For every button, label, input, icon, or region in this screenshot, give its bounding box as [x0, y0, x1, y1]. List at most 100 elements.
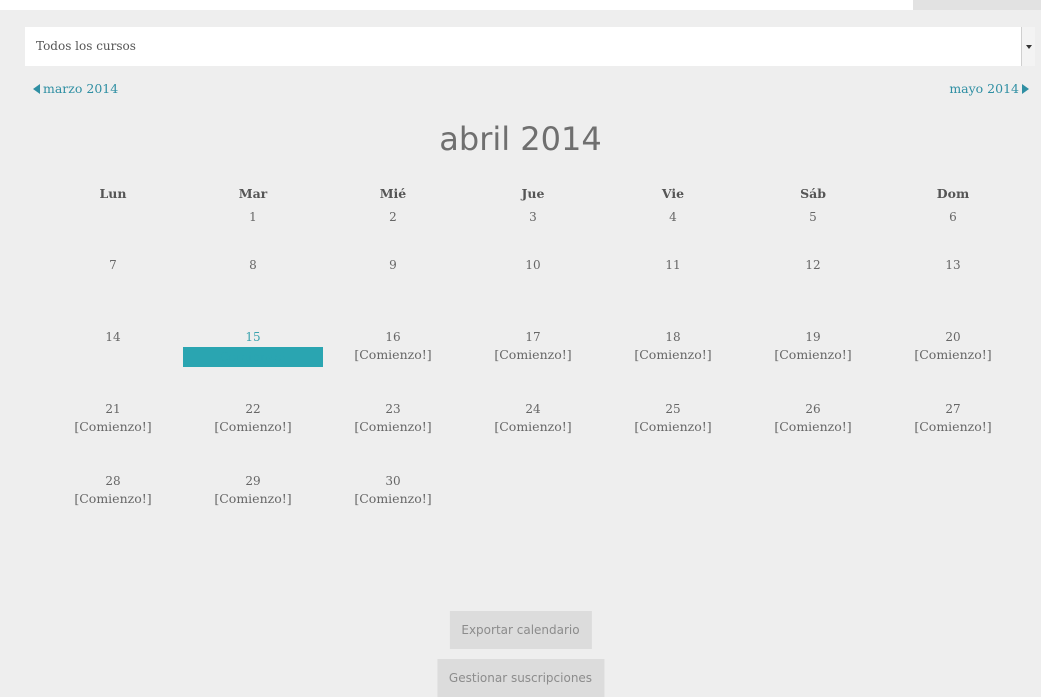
top-right-block: [913, 0, 1041, 10]
day-cell[interactable]: 12: [743, 256, 883, 328]
event-link[interactable]: [Comienzo!]: [743, 347, 883, 362]
day-cell[interactable]: 16 [Comienzo!]: [323, 328, 463, 400]
weekday-header: Mié: [379, 186, 407, 201]
day-cell[interactable]: 29 [Comienzo!]: [183, 472, 323, 544]
day-cell[interactable]: 1: [183, 208, 323, 256]
day-number[interactable]: 1: [183, 208, 323, 224]
next-month-label: mayo 2014: [949, 81, 1019, 96]
event-link[interactable]: [Comienzo!]: [183, 419, 323, 434]
top-strip: [0, 0, 1041, 10]
day-cell[interactable]: 14: [43, 328, 183, 400]
day-cell[interactable]: 7: [43, 256, 183, 328]
day-cell[interactable]: 3: [463, 208, 603, 256]
weekday-header: Jue: [521, 186, 545, 201]
day-number[interactable]: 11: [603, 256, 743, 272]
day-cell[interactable]: 23 [Comienzo!]: [323, 400, 463, 472]
day-number[interactable]: 9: [323, 256, 463, 272]
day-number[interactable]: 4: [603, 208, 743, 224]
event-link[interactable]: [Comienzo!]: [323, 491, 463, 506]
day-number[interactable]: 2: [323, 208, 463, 224]
day-number[interactable]: 5: [743, 208, 883, 224]
day-number[interactable]: 27: [883, 400, 1023, 416]
event-link[interactable]: [Comienzo!]: [43, 419, 183, 434]
day-cell[interactable]: 10: [463, 256, 603, 328]
day-cell[interactable]: 28 [Comienzo!]: [43, 472, 183, 544]
day-number[interactable]: 10: [463, 256, 603, 272]
event-link[interactable]: [Comienzo!]: [603, 347, 743, 362]
event-link[interactable]: [Comienzo!]: [323, 347, 463, 362]
day-cell[interactable]: 27 [Comienzo!]: [883, 400, 1023, 472]
day-number[interactable]: 24: [463, 400, 603, 416]
day-cell[interactable]: 6: [883, 208, 1023, 256]
event-link[interactable]: [Comienzo!]: [323, 419, 463, 434]
chevron-down-icon: [1026, 45, 1032, 49]
today-day-number[interactable]: 15: [183, 328, 323, 344]
day-number[interactable]: 23: [323, 400, 463, 416]
event-link[interactable]: [Comienzo!]: [183, 491, 323, 506]
dropdown-arrow[interactable]: [1021, 27, 1035, 66]
day-cell[interactable]: 9: [323, 256, 463, 328]
day-cell[interactable]: 15 [Comienzo!]: [183, 328, 323, 400]
day-cell[interactable]: 13: [883, 256, 1023, 328]
event-link[interactable]: [Comienzo!]: [883, 419, 1023, 434]
day-number[interactable]: 19: [743, 328, 883, 344]
day-cell[interactable]: 2: [323, 208, 463, 256]
day-number[interactable]: 16: [323, 328, 463, 344]
weekday-header: Vie: [661, 186, 685, 201]
day-number[interactable]: 13: [883, 256, 1023, 272]
weekday-header: Sáb: [800, 186, 826, 201]
day-cell[interactable]: 25 [Comienzo!]: [603, 400, 743, 472]
event-link[interactable]: [Comienzo!]: [463, 419, 603, 434]
course-filter-select[interactable]: Todos los cursos: [25, 27, 1035, 66]
day-cell: [463, 472, 603, 544]
event-link[interactable]: [Comienzo!]: [603, 419, 743, 434]
day-cell[interactable]: 18 [Comienzo!]: [603, 328, 743, 400]
day-cell[interactable]: 19 [Comienzo!]: [743, 328, 883, 400]
day-number[interactable]: 3: [463, 208, 603, 224]
day-cell[interactable]: 26 [Comienzo!]: [743, 400, 883, 472]
weekday-header: Dom: [936, 186, 970, 201]
day-cell[interactable]: 8: [183, 256, 323, 328]
day-number[interactable]: 30: [323, 472, 463, 488]
day-cell[interactable]: 4: [603, 208, 743, 256]
event-link[interactable]: [Comienzo!]: [883, 347, 1023, 362]
day-number[interactable]: 20: [883, 328, 1023, 344]
day-cell[interactable]: 21 [Comienzo!]: [43, 400, 183, 472]
weekday-header: Mar: [238, 186, 268, 201]
day-number[interactable]: 22: [183, 400, 323, 416]
day-cell[interactable]: 5: [743, 208, 883, 256]
event-link[interactable]: [Comienzo!]: [183, 347, 323, 367]
day-cell[interactable]: 20 [Comienzo!]: [883, 328, 1023, 400]
day-number[interactable]: 29: [183, 472, 323, 488]
day-number[interactable]: 17: [463, 328, 603, 344]
calendar-grid: Lun Mar Mié Jue Vie Sáb Dom 1 2 3 4 5 6 7 8 9 10 11 12 13 14…: [43, 186, 1023, 544]
day-number[interactable]: 6: [883, 208, 1023, 224]
day-number[interactable]: 28: [43, 472, 183, 488]
next-month-link[interactable]: mayo 2014: [949, 81, 1029, 96]
day-cell[interactable]: 11: [603, 256, 743, 328]
export-calendar-button[interactable]: Exportar calendario: [449, 611, 592, 649]
day-cell: [883, 472, 1023, 544]
arrow-right-icon: [1022, 83, 1029, 94]
day-number[interactable]: 14: [43, 328, 183, 344]
day-number[interactable]: 26: [743, 400, 883, 416]
day-cell: [43, 208, 183, 256]
day-number[interactable]: 18: [603, 328, 743, 344]
day-cell[interactable]: 22 [Comienzo!]: [183, 400, 323, 472]
arrow-left-icon: [33, 83, 40, 94]
day-number[interactable]: 21: [43, 400, 183, 416]
day-cell[interactable]: 30 [Comienzo!]: [323, 472, 463, 544]
day-cell[interactable]: 17 [Comienzo!]: [463, 328, 603, 400]
day-cell[interactable]: 24 [Comienzo!]: [463, 400, 603, 472]
manage-subscriptions-button[interactable]: Gestionar suscripciones: [436, 659, 605, 697]
prev-month-link[interactable]: marzo 2014: [33, 81, 118, 96]
day-number[interactable]: 7: [43, 256, 183, 272]
course-filter-value: Todos los cursos: [36, 39, 136, 53]
event-link[interactable]: [Comienzo!]: [743, 419, 883, 434]
day-number[interactable]: 25: [603, 400, 743, 416]
day-number[interactable]: 12: [743, 256, 883, 272]
day-number[interactable]: 8: [183, 256, 323, 272]
event-link[interactable]: [Comienzo!]: [43, 491, 183, 506]
event-link[interactable]: [Comienzo!]: [463, 347, 603, 362]
day-cell: [603, 472, 743, 544]
